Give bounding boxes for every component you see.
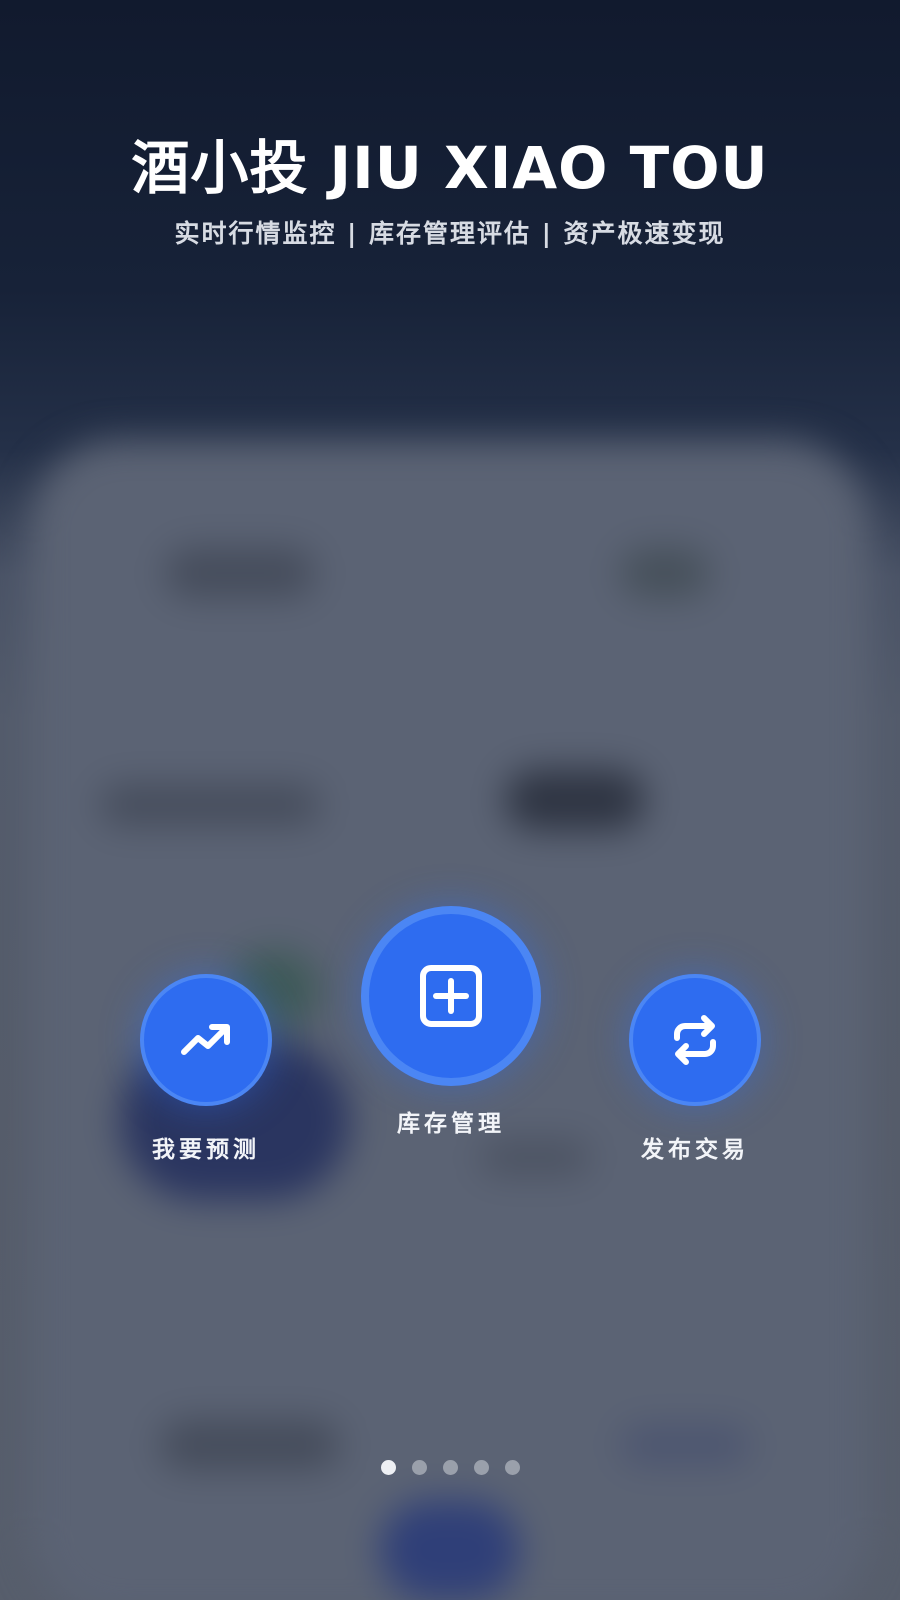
plus-square-icon xyxy=(420,965,482,1027)
app-tagline: 实时行情监控 | 库存管理评估 | 资产极速变现 xyxy=(174,219,726,248)
page-dot-1[interactable] xyxy=(380,1460,396,1475)
predict-button[interactable]: 我要预测 xyxy=(138,974,274,1164)
predict-button-circle[interactable] xyxy=(140,974,272,1106)
publish-trade-button-circle[interactable] xyxy=(629,974,761,1106)
predict-label: 我要预测 xyxy=(152,1137,260,1163)
page-dot-2[interactable] xyxy=(411,1460,427,1475)
repeat-icon xyxy=(674,1015,716,1065)
onboarding-screen: 酒小投 JIU XIAO TOU 实时行情监控 | 库存管理评估 | 资产极速变… xyxy=(0,0,900,1600)
publish-trade-label: 发布交易 xyxy=(641,1137,749,1163)
page-dot-4[interactable] xyxy=(473,1460,489,1475)
trending-up-icon xyxy=(181,1024,230,1055)
page-indicator[interactable] xyxy=(0,1460,900,1475)
publish-trade-button[interactable]: 发布交易 xyxy=(627,974,763,1164)
page-dot-5[interactable] xyxy=(504,1460,520,1475)
inventory-label: 库存管理 xyxy=(397,1111,505,1137)
inventory-button[interactable]: 库存管理 xyxy=(359,906,543,1138)
inventory-button-circle[interactable] xyxy=(361,906,541,1086)
page-dot-3[interactable] xyxy=(442,1460,458,1475)
app-title: 酒小投 JIU XIAO TOU xyxy=(131,134,769,202)
